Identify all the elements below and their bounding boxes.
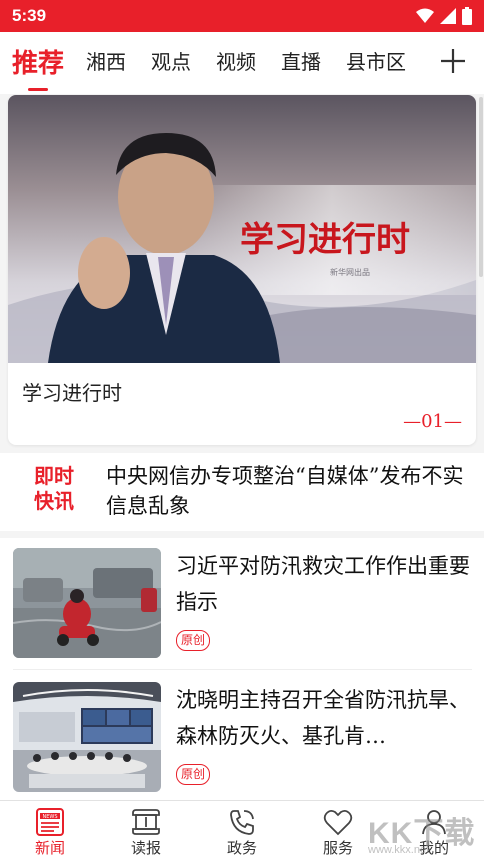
hero-image-subtitle: 新华网出品 [330, 267, 370, 277]
divider [13, 669, 472, 670]
news-thumbnail[interactable] [13, 548, 161, 658]
flash-label-line1: 即时 [34, 464, 74, 488]
nav-newspaper[interactable]: 读报 [98, 801, 194, 860]
hero-image-title: 学习进行时 [240, 220, 410, 260]
phone-icon [230, 810, 254, 835]
watermark-url: www.kkx.net [368, 844, 430, 856]
news-icon: NEWS [36, 808, 64, 836]
tab-opinion[interactable]: 观点 [151, 46, 191, 75]
nav-label-news: 新闻 [34, 839, 65, 857]
flash-label-line2: 快讯 [34, 489, 74, 513]
original-badge: 原创 [176, 764, 211, 785]
status-bar: 5:39 [0, 0, 484, 32]
flash-news-headline[interactable]: 中央网信办专项整治“自媒体”发布不实信息乱象 [106, 461, 466, 521]
wifi-icon [416, 8, 434, 23]
svg-text:NEWS: NEWS [42, 814, 57, 820]
battery-icon [462, 7, 472, 25]
news-list: 习近平对防汛救灾工作作出重要指示 原创 沈晓明主持召开全省防汛抗旱、森林防灭火、… [0, 538, 484, 800]
tab-live[interactable]: 直播 [281, 46, 321, 75]
tab-counties[interactable]: 县市区 [346, 46, 406, 75]
watermark: KK下载 www.kkx.net [368, 808, 480, 856]
news-title[interactable]: 沈晓明主持召开全省防汛抗旱、森林防灭火、基孔肯… [176, 682, 472, 754]
list-item[interactable]: 习近平对防汛救灾工作作出重要指示 原创 [0, 538, 484, 670]
nav-news[interactable]: NEWS 新闻 [2, 801, 98, 860]
newspaper-icon [132, 809, 160, 835]
plus-icon[interactable] [438, 46, 468, 76]
list-item[interactable]: 沈晓明主持召开全省防汛抗旱、森林防灭火、基孔肯… 原创 [0, 672, 484, 796]
flash-news[interactable]: 即时 快讯 中央网信办专项整治“自媒体”发布不实信息乱象 [0, 453, 484, 531]
nav-government[interactable]: 政务 [194, 801, 290, 860]
nav-label-newspaper: 读报 [130, 839, 161, 857]
scrollbar[interactable] [479, 97, 483, 277]
signal-icon [440, 8, 456, 24]
status-time: 5:39 [12, 6, 47, 25]
channel-bar: 推荐 湘西 观点 视频 直播 县市区 [0, 32, 484, 94]
status-icons [416, 7, 472, 25]
tab-video[interactable]: 视频 [216, 46, 256, 75]
news-thumbnail[interactable] [13, 682, 161, 792]
news-title[interactable]: 习近平对防汛救灾工作作出重要指示 [176, 548, 472, 620]
original-badge: 原创 [176, 630, 211, 651]
heart-icon [323, 809, 353, 836]
hero-card[interactable]: 学习进行时 新华网出品 学习进行时 —01— [8, 95, 476, 445]
hero-title[interactable]: 学习进行时 [22, 377, 122, 406]
carousel-page-indicator: —01— [403, 411, 462, 432]
tab-recommend[interactable]: 推荐 [12, 43, 64, 80]
tab-active-indicator [28, 88, 48, 91]
nav-label-government: 政务 [226, 839, 257, 857]
flash-news-label: 即时 快讯 [30, 464, 78, 514]
hero-image[interactable]: 学习进行时 新华网出品 [8, 95, 476, 363]
tab-xiangxi[interactable]: 湘西 [86, 46, 126, 75]
